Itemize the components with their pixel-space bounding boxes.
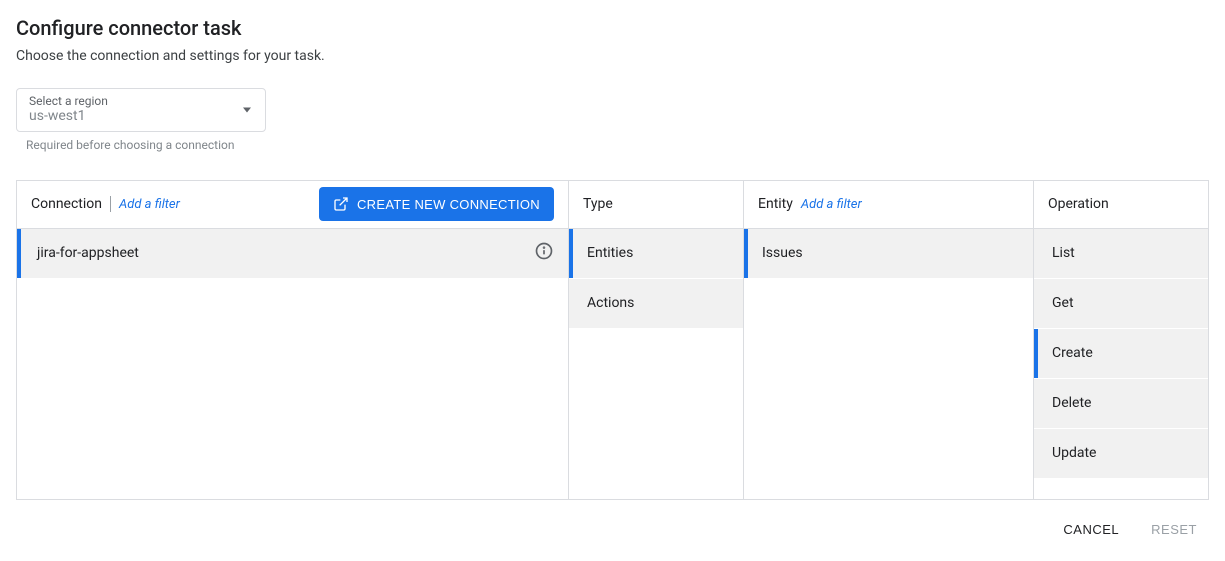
list-item[interactable]: Actions (569, 279, 743, 329)
region-select-label: Select a region (29, 95, 253, 108)
filter-separator (110, 196, 111, 212)
column-operation: Operation List Get Create Delete Update (1034, 181, 1208, 499)
column-entity-header: Entity Add a filter (744, 181, 1033, 229)
column-connection-title: Connection (31, 196, 102, 212)
list-item[interactable]: Create (1034, 329, 1208, 379)
column-connection: Connection Add a filter CREATE NEW CONNE… (17, 181, 569, 499)
connection-add-filter[interactable]: Add a filter (119, 197, 180, 212)
column-entity-body: Issues (744, 229, 1033, 499)
column-entity-title: Entity (758, 196, 793, 212)
list-item[interactable]: Issues (744, 229, 1033, 279)
list-item-label: Actions (583, 295, 729, 311)
column-entity: Entity Add a filter Issues (744, 181, 1034, 499)
entity-add-filter[interactable]: Add a filter (801, 197, 862, 212)
column-type-body: Entities Actions (569, 229, 743, 499)
connector-panel: Connection Add a filter CREATE NEW CONNE… (16, 180, 1209, 500)
region-select-value: us-west1 (29, 108, 253, 125)
open-in-new-icon (333, 196, 349, 212)
create-new-connection-label: CREATE NEW CONNECTION (357, 197, 540, 212)
column-type-header: Type (569, 181, 743, 229)
column-connection-header: Connection Add a filter CREATE NEW CONNE… (17, 181, 568, 229)
column-operation-body: List Get Create Delete Update (1034, 229, 1208, 499)
connection-item-label: jira-for-appsheet (33, 245, 534, 261)
column-operation-title: Operation (1048, 196, 1109, 212)
column-connection-body: jira-for-appsheet (17, 229, 568, 499)
list-item-label: Delete (1048, 395, 1194, 411)
list-item-label: List (1048, 245, 1194, 261)
list-item-label: Update (1048, 445, 1194, 461)
list-item[interactable]: Delete (1034, 379, 1208, 429)
page-subtitle: Choose the connection and settings for y… (16, 48, 1209, 64)
create-new-connection-button[interactable]: CREATE NEW CONNECTION (319, 187, 554, 221)
reset-button[interactable]: RESET (1147, 514, 1201, 545)
list-item[interactable]: List (1034, 229, 1208, 279)
action-bar: CANCEL RESET (16, 514, 1209, 545)
column-type: Type Entities Actions (569, 181, 744, 499)
list-item-label: Issues (758, 245, 1019, 261)
list-item[interactable]: Get (1034, 279, 1208, 329)
connection-item[interactable]: jira-for-appsheet (17, 229, 568, 279)
info-icon[interactable] (534, 241, 554, 265)
list-item-label: Get (1048, 295, 1194, 311)
column-type-title: Type (583, 196, 613, 212)
list-item-label: Entities (583, 245, 729, 261)
list-item-label: Create (1048, 345, 1194, 361)
list-item[interactable]: Entities (569, 229, 743, 279)
chevron-down-icon (243, 107, 251, 112)
cancel-button[interactable]: CANCEL (1059, 514, 1123, 545)
list-item[interactable]: Update (1034, 429, 1208, 479)
region-select-hint: Required before choosing a connection (26, 138, 1209, 152)
page-title: Configure connector task (16, 16, 1209, 40)
column-operation-header: Operation (1034, 181, 1208, 229)
region-select[interactable]: Select a region us-west1 (16, 88, 266, 132)
